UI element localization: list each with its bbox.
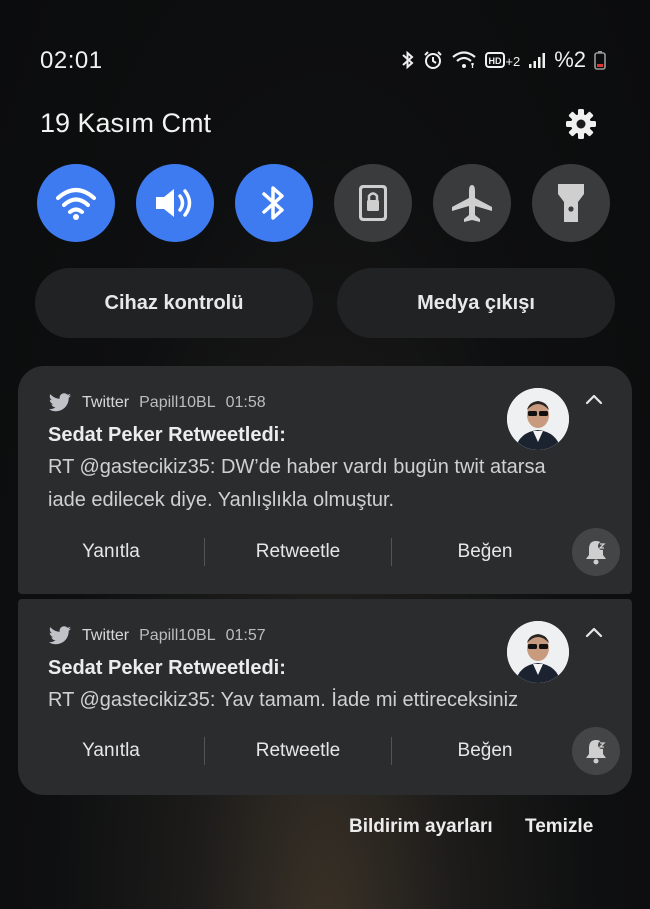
notification-body-line: iade edilecek diye. Yanlışlıkla olmuştur…	[48, 489, 395, 511]
bluetooth-icon	[401, 50, 415, 70]
notification-time: 01:58	[225, 394, 266, 411]
signal-icon	[528, 51, 546, 69]
rotation-lock-toggle[interactable]	[334, 164, 412, 242]
notification-title: Sedat Peker Retweetledi:	[48, 424, 286, 446]
alarm-icon	[423, 50, 443, 70]
flashlight-toggle[interactable]	[532, 164, 610, 242]
reply-button[interactable]: Yanıtla	[18, 541, 204, 563]
notification-app-name: Twitter	[82, 627, 130, 644]
bluetooth-toggle[interactable]	[235, 164, 313, 242]
settings-gear-icon[interactable]	[563, 106, 599, 142]
reply-button[interactable]: Yanıtla	[18, 740, 204, 762]
notification-account: Papill10BL	[139, 394, 216, 411]
notification-body: RT @gastecikiz35: DW’de haber vardı bugü…	[48, 451, 588, 517]
notification-body-line: RT @gastecikiz35: DW’de haber vardı bugü…	[48, 456, 546, 478]
twitter-icon	[49, 626, 71, 645]
airplane-icon	[452, 185, 492, 222]
notification-title: Sedat Peker Retweetledi:	[48, 657, 286, 679]
notification-account: Papill10BL	[139, 627, 216, 644]
notification-header: Twitter Papill10BL 01:57	[48, 626, 266, 646]
notification-time: 01:57	[225, 627, 266, 644]
battery-text: %2	[554, 47, 586, 72]
avatar	[507, 388, 569, 450]
volume-icon	[156, 189, 192, 217]
network-badge: +2	[505, 54, 521, 69]
collapse-chevron-icon[interactable]	[582, 388, 606, 412]
notification-actions: Yanıtla Retweetle Beğen	[18, 534, 578, 570]
lock-icon	[359, 185, 387, 221]
notification-app-name: Twitter	[82, 394, 130, 411]
notification-settings-button[interactable]: Bildirim ayarları	[349, 816, 493, 838]
twitter-icon	[49, 393, 71, 412]
battery-icon	[594, 50, 606, 70]
snooze-bell-icon[interactable]	[572, 528, 620, 576]
avatar	[507, 621, 569, 683]
retweet-button[interactable]: Retweetle	[205, 541, 391, 563]
wifi-icon	[56, 188, 96, 220]
notification-body-line: RT @gastecikiz35: Yav tamam. İade mi ett…	[48, 689, 519, 711]
flashlight-icon	[558, 184, 584, 222]
notification-card[interactable]: Twitter Papill10BL 01:58 Sedat Peker Ret…	[18, 366, 632, 594]
snooze-bell-icon[interactable]	[572, 727, 620, 775]
notification-header: Twitter Papill10BL 01:58	[48, 393, 266, 413]
airplane-toggle[interactable]	[433, 164, 511, 242]
like-button[interactable]: Beğen	[392, 740, 578, 762]
sound-toggle[interactable]	[136, 164, 214, 242]
media-output-button[interactable]: Medya çıkışı	[337, 268, 615, 338]
svg-text:HD: HD	[489, 56, 502, 66]
like-button[interactable]: Beğen	[392, 541, 578, 563]
hd-volte-icon: HD +2	[485, 51, 520, 69]
clear-button[interactable]: Temizle	[525, 816, 593, 838]
collapse-chevron-icon[interactable]	[582, 621, 606, 645]
wifi-toggle[interactable]	[37, 164, 115, 242]
device-control-button[interactable]: Cihaz kontrolü	[35, 268, 313, 338]
wifi-icon	[451, 50, 477, 70]
date-label: 19 Kasım Cmt	[40, 108, 212, 138]
retweet-button[interactable]: Retweetle	[205, 740, 391, 762]
notification-actions: Yanıtla Retweetle Beğen	[18, 733, 578, 769]
notification-card[interactable]: Twitter Papill10BL 01:57 Sedat Peker Ret…	[18, 599, 632, 795]
status-icons: HD +2 %2	[401, 47, 606, 73]
notification-body: RT @gastecikiz35: Yav tamam. İade mi ett…	[48, 684, 588, 717]
status-time: 02:01	[40, 47, 103, 74]
bluetooth-icon	[262, 186, 284, 220]
